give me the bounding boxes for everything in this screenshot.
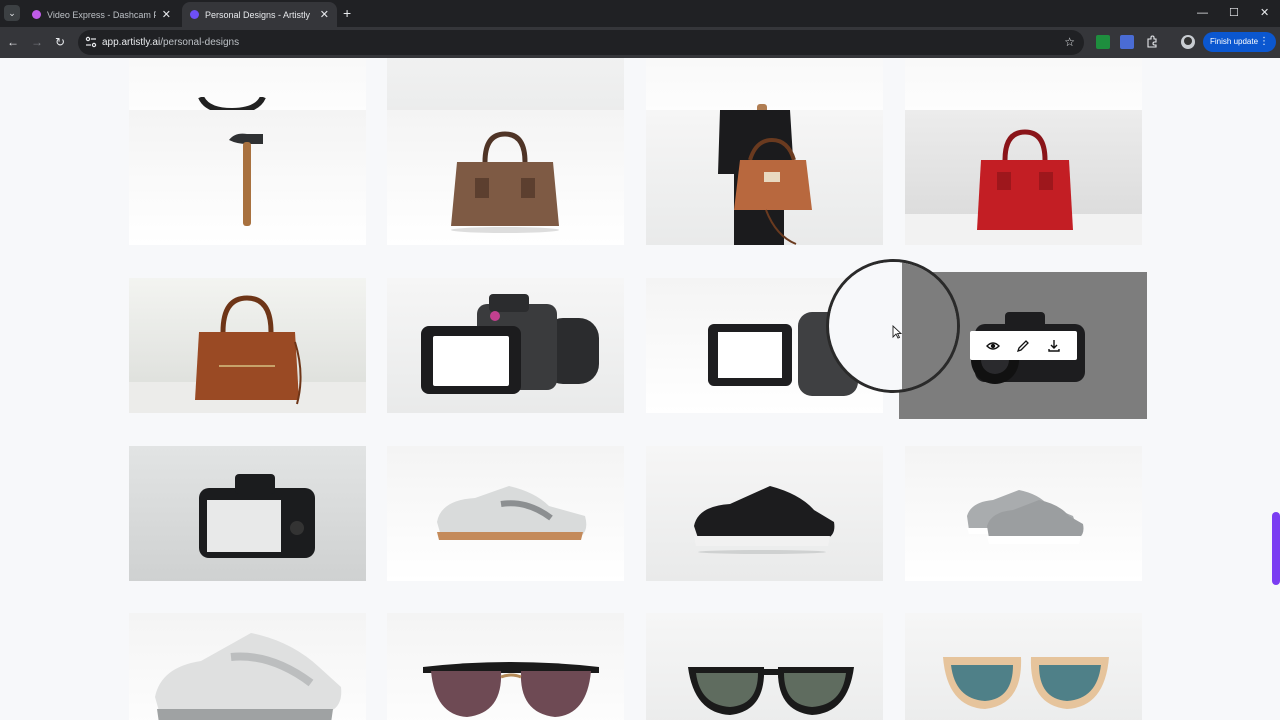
white-sneaker-pair-image	[155, 633, 342, 720]
download-button[interactable]	[1044, 336, 1064, 356]
white-sneaker-image	[437, 486, 587, 540]
finish-update-label: Finish update	[1210, 37, 1259, 46]
gallery-item-black-sneaker[interactable]	[646, 446, 883, 581]
brown-handbag-image	[451, 131, 559, 233]
hammer-image	[229, 133, 263, 226]
gallery-item-camera-back[interactable]	[129, 446, 366, 581]
woman-with-handbag-image	[718, 110, 812, 245]
edit-button[interactable]	[1013, 336, 1033, 356]
tab-strip: ⌄ Video Express - Dashcam Produ ✕ Person…	[0, 0, 1280, 27]
maximize-icon[interactable]: ☐	[1229, 6, 1239, 20]
url-path: /personal-designs	[160, 37, 240, 48]
reload-icon[interactable]: ↻	[55, 34, 65, 50]
black-sunglasses-image	[688, 667, 854, 715]
eye-icon	[986, 341, 1001, 350]
extension-blue-icon[interactable]	[1120, 35, 1134, 49]
gallery-item-leather-handbag[interactable]	[129, 278, 366, 413]
gallery-item-white-sneaker[interactable]	[387, 446, 624, 581]
pencil-icon	[1017, 339, 1030, 352]
gallery-item-white-sneaker-pair[interactable]	[129, 613, 366, 720]
back-arrow-icon[interactable]: ←	[7, 34, 19, 50]
gallery-item-clubmaster-sunglasses[interactable]	[387, 613, 624, 720]
forward-arrow-icon[interactable]: →	[31, 34, 43, 50]
tab-search-chevron-icon[interactable]: ⌄	[4, 5, 20, 21]
site-info-icon[interactable]	[85, 36, 97, 48]
scrollbar-thumb[interactable]	[1272, 512, 1280, 585]
gallery-item-red-handbag[interactable]	[905, 110, 1142, 245]
tab-favicon	[190, 10, 199, 19]
clubmaster-sunglasses-image	[423, 662, 599, 717]
tab-personal-designs[interactable]: Personal Designs - Artistly ✕	[182, 2, 337, 27]
finish-update-button[interactable]: Finish update ⋮	[1203, 32, 1276, 52]
download-icon	[1048, 339, 1060, 352]
camera-back-image	[199, 474, 315, 558]
leather-handbag-image	[195, 295, 302, 405]
gallery-item-woman-with-handbag[interactable]	[646, 110, 883, 245]
close-window-icon[interactable]: ✕	[1260, 6, 1269, 20]
gallery-item-tan-sunglasses[interactable]	[905, 613, 1142, 720]
new-tab-button[interactable]: +	[343, 4, 351, 22]
tab-title: Video Express - Dashcam Produ	[47, 9, 156, 20]
magnifier-right-half	[902, 262, 957, 390]
image-action-toolbar	[970, 331, 1077, 360]
gallery-item-dslr-camera[interactable]	[387, 278, 624, 413]
mouse-pointer-icon	[892, 325, 902, 339]
url-host: app.artistly.ai	[102, 37, 161, 48]
minimize-icon[interactable]: —	[1197, 6, 1208, 20]
gallery-page	[0, 58, 1280, 720]
close-tab-icon[interactable]: ✕	[162, 8, 171, 21]
gallery-item-hammer[interactable]	[129, 110, 366, 245]
browser-toolbar: ← → ↻ app.artistly.ai/personal-designs ☆	[0, 27, 1280, 58]
tab-favicon	[32, 10, 41, 19]
black-sneaker-image	[694, 486, 835, 554]
tan-sunglasses-image	[943, 657, 1109, 709]
grey-sneaker-image	[967, 490, 1084, 544]
gallery-item-brown-handbag[interactable]	[387, 110, 624, 245]
more-vert-icon: ⋮	[1259, 36, 1269, 47]
extension-green-icon[interactable]	[1096, 35, 1110, 49]
address-bar[interactable]: app.artistly.ai/personal-designs ☆	[78, 30, 1084, 55]
gallery-item-black-sunglasses[interactable]	[646, 613, 883, 720]
profile-avatar[interactable]	[1181, 35, 1195, 49]
url-text[interactable]: app.artistly.ai/personal-designs	[102, 37, 239, 48]
close-tab-icon[interactable]: ✕	[320, 8, 329, 21]
view-button[interactable]	[983, 336, 1003, 356]
extensions-puzzle-icon[interactable]	[1145, 35, 1159, 49]
dslr-camera-image	[421, 294, 599, 394]
tab-video-express[interactable]: Video Express - Dashcam Produ ✕	[24, 2, 179, 27]
red-handbag-image	[977, 129, 1073, 230]
tab-title: Personal Designs - Artistly	[205, 9, 311, 20]
gallery-item-grey-sneaker[interactable]	[905, 446, 1142, 581]
bookmark-star-icon[interactable]: ☆	[1064, 35, 1075, 49]
